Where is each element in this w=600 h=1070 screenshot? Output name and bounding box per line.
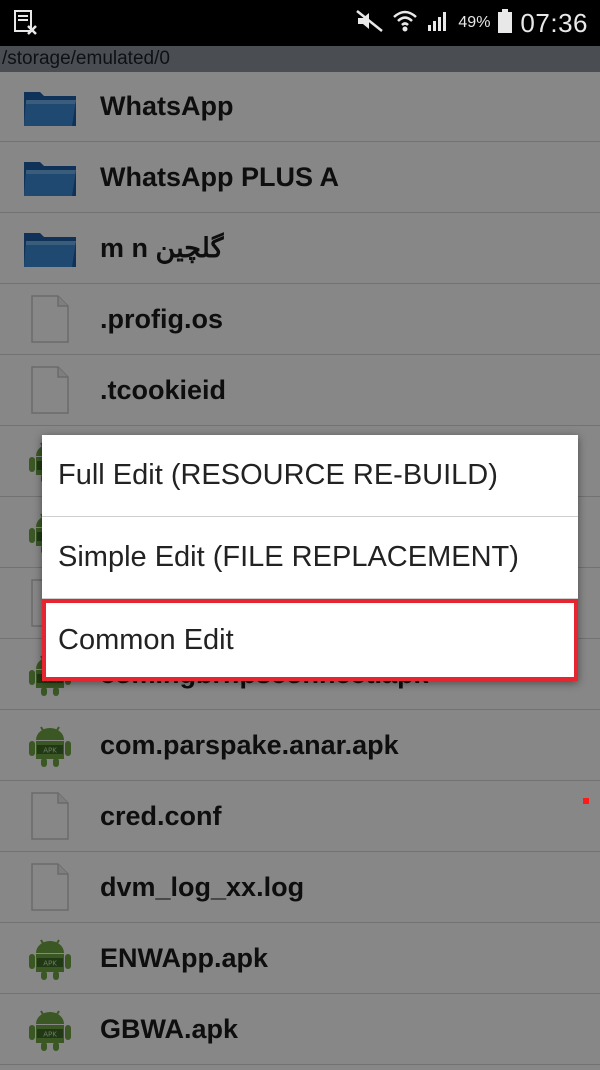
file-icon — [22, 863, 78, 911]
apk-icon: APK — [22, 1006, 78, 1052]
svg-text:APK: APK — [43, 747, 57, 755]
file-row[interactable]: WhatsApp — [0, 72, 600, 142]
file-row[interactable]: .tcookieid — [0, 355, 600, 426]
battery-percent: 49% — [458, 14, 491, 31]
menu-item-full-edit[interactable]: Full Edit (RESOURCE RE-BUILD) — [42, 435, 578, 517]
screenshot-x-icon — [14, 10, 38, 36]
file-name: dvm_log_xx.log — [100, 871, 305, 902]
status-bar: 49% 07:36 — [0, 0, 600, 46]
file-name: cred.conf — [100, 800, 222, 831]
edit-mode-menu: Full Edit (RESOURCE RE-BUILD) Simple Edi… — [42, 435, 578, 681]
file-row[interactable]: APK com.parspake.anar.apk — [0, 710, 600, 781]
file-name: com.parspake.anar.apk — [100, 729, 399, 760]
file-row[interactable]: APK GBWA.apk — [0, 994, 600, 1065]
folder-icon — [22, 225, 78, 271]
file-name: .profig.os — [100, 303, 223, 334]
apk-icon: APK — [22, 935, 78, 981]
svg-text:APK: APK — [43, 1031, 57, 1039]
file-icon — [22, 295, 78, 343]
folder-icon — [22, 154, 78, 200]
file-name: WhatsApp PLUS A — [100, 161, 339, 192]
mute-icon — [356, 9, 384, 37]
file-name: ENWApp.apk — [100, 942, 269, 973]
file-row[interactable]: cred.conf — [0, 781, 600, 852]
file-row[interactable]: .profig.os — [0, 284, 600, 355]
file-name: WhatsApp — [100, 91, 234, 121]
file-name: GBWA.apk — [100, 1013, 239, 1044]
path-bar: /storage/emulated/0 — [0, 46, 600, 72]
file-name: .tcookieid — [100, 374, 227, 405]
file-icon — [22, 792, 78, 840]
svg-text:APK: APK — [43, 960, 57, 968]
signal-icon — [426, 9, 450, 38]
menu-item-simple-edit[interactable]: Simple Edit (FILE REPLACEMENT) — [42, 517, 578, 599]
file-row[interactable]: APK ENWApp.apk — [0, 923, 600, 994]
clock: 07:36 — [520, 7, 588, 38]
wifi-icon — [392, 9, 418, 38]
folder-icon — [22, 84, 78, 130]
file-name: m n گلچین — [100, 232, 224, 263]
file-icon — [22, 366, 78, 414]
red-dot-marker — [583, 798, 589, 804]
file-row[interactable]: m n گلچین — [0, 213, 600, 284]
apk-icon: APK — [22, 722, 78, 768]
battery-icon — [498, 8, 513, 38]
file-row[interactable]: dvm_log_xx.log — [0, 852, 600, 923]
menu-item-common-edit[interactable]: Common Edit — [42, 599, 578, 681]
file-row[interactable]: WhatsApp PLUS A — [0, 142, 600, 213]
